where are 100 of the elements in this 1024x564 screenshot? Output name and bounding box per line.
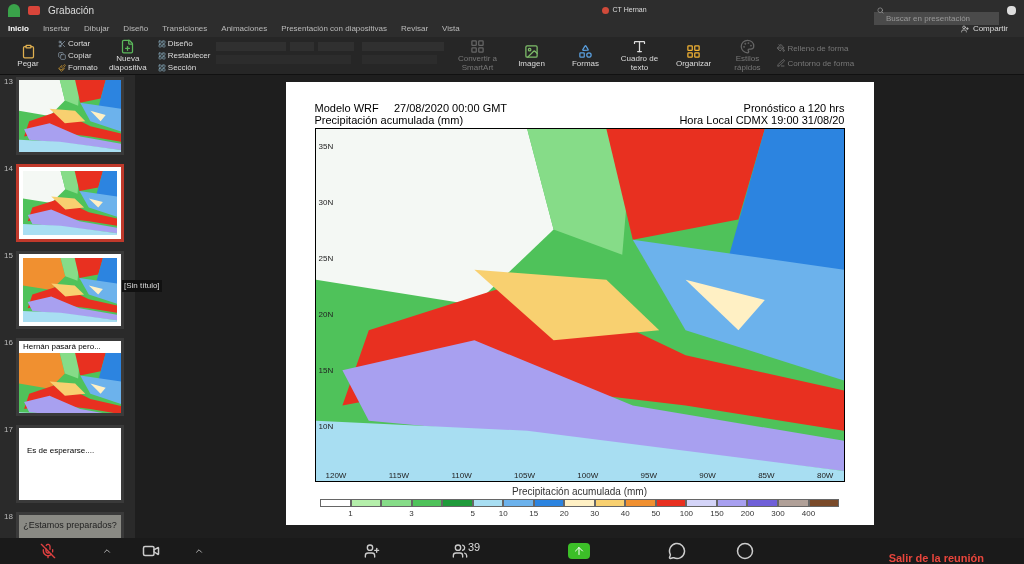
image-button[interactable]: Imagen: [507, 43, 556, 68]
slide-thumbnail[interactable]: [16, 164, 124, 242]
search-field[interactable]: Buscar en presentación: [874, 11, 999, 25]
new-slide-button[interactable]: Nueva diapositiva: [103, 39, 152, 72]
cut-button[interactable]: Cortar: [58, 39, 98, 48]
recording-title: Grabación: [48, 3, 95, 18]
text-box-button[interactable]: Cuadro de texto: [615, 39, 664, 72]
slide-number: 17: [3, 425, 12, 435]
longitude-label: 110W: [451, 472, 472, 480]
record-icon: [736, 542, 755, 560]
tooltip: [Sin título]: [122, 280, 162, 292]
legend-label: 50: [651, 508, 661, 520]
user-icon: [1007, 5, 1016, 15]
legend-label: 150: [710, 508, 724, 520]
shapes-button[interactable]: Formas: [561, 43, 610, 68]
legend-title: Precipitación acumulada (mm): [511, 485, 648, 499]
smartart-icon: [470, 39, 485, 54]
arrange-icon: [686, 43, 701, 59]
participants-icon: [452, 543, 468, 559]
slide-heading: Pronóstico a 120 hrs: [743, 102, 845, 114]
caret-icon: [194, 546, 204, 556]
longitude-label: 95W: [640, 472, 657, 480]
participant-count: 39: [468, 540, 481, 555]
mute-button[interactable]: [40, 543, 56, 559]
thumbnail-title: Hernán pasará pero...: [22, 341, 102, 353]
caret-icon: [102, 546, 112, 556]
legend-label: 100: [679, 508, 694, 520]
ribbon-tab[interactable]: Inicio: [8, 22, 29, 35]
slide-number: 13: [3, 77, 12, 87]
layout-icon: [157, 39, 166, 48]
longitude-label: 90W: [699, 472, 716, 480]
share-screen-button[interactable]: [568, 543, 591, 559]
slide-number: 14: [3, 164, 12, 174]
ribbon-tab[interactable]: Diseño: [123, 22, 149, 35]
legend-label: 1: [348, 508, 353, 520]
slide-number: 15: [3, 251, 12, 261]
arrow-up-icon: [573, 545, 586, 557]
slide-thumbnail[interactable]: Hernán pasará pero...: [16, 338, 124, 416]
format-icon: [58, 63, 66, 72]
legend-label: 10: [498, 508, 508, 520]
slide-thumbnail[interactable]: [16, 251, 124, 329]
ribbon-tab[interactable]: Revisar: [401, 22, 429, 35]
legend-label: 40: [620, 508, 630, 520]
longitude-label: 85W: [758, 472, 775, 480]
ribbon-tab[interactable]: Insertar: [42, 22, 70, 35]
ribbon-tab[interactable]: Vista: [442, 22, 460, 35]
legend-label: 15: [529, 508, 539, 520]
new-slide-icon: [120, 39, 136, 54]
document-icon: [601, 6, 609, 14]
longitude-label: 100W: [577, 472, 599, 480]
ribbon-tab[interactable]: Presentación con diapositivas: [281, 22, 387, 35]
search-icon: [877, 6, 884, 14]
latitude-label: 20N: [318, 311, 334, 319]
longitude-label: 80W: [816, 472, 834, 480]
legend-label: 200: [740, 508, 755, 520]
legend-label: 20: [559, 508, 569, 520]
slide-thumbnail[interactable]: ¿Estamos preparados?: [16, 512, 124, 538]
thumbnail-title: Es de esperarse....: [27, 446, 95, 455]
record-icon: [28, 5, 40, 15]
legend-label: 400: [801, 508, 816, 520]
longitude-label: 115W: [388, 472, 410, 480]
layout-button[interactable]: Diseño: [157, 39, 211, 48]
leave-meeting-link[interactable]: Salir de la reunión: [888, 549, 984, 564]
slide-heading: Precipitación acumulada (mm): [314, 114, 465, 126]
slide-heading: Modelo WRF 27/08/2020 00:00 GMT: [314, 102, 508, 114]
latitude-label: 15N: [318, 367, 334, 375]
ribbon-tab[interactable]: Animaciones: [221, 22, 268, 35]
legend-label: 3: [409, 508, 414, 520]
thumbnail-title: ¿Estamos preparados?: [23, 521, 117, 530]
add-user-icon: [960, 24, 969, 33]
quick-styles-icon: [740, 39, 755, 54]
cut-icon: [58, 39, 66, 48]
latitude-label: 30N: [318, 199, 334, 207]
share-button[interactable]: Compartir: [960, 22, 1016, 35]
paste-button[interactable]: Pegar: [4, 43, 52, 68]
shape-fill-icon: [777, 44, 786, 52]
copy-button[interactable]: Copiar: [58, 51, 98, 60]
invite-icon: [364, 543, 380, 559]
ribbon-tab[interactable]: Dibujar: [84, 22, 110, 35]
paste-icon: [20, 43, 36, 59]
shape-outline-button[interactable]: Contorno de forma: [777, 58, 855, 68]
latitude-label: 35N: [318, 143, 334, 151]
format-button[interactable]: Formato: [58, 63, 98, 72]
arrange-button[interactable]: Organizar: [669, 43, 718, 68]
chat-icon: [668, 542, 687, 560]
shape-fill-button[interactable]: Relleno de forma: [777, 43, 855, 53]
shape-outline-icon: [777, 59, 786, 67]
copy-icon: [58, 51, 66, 60]
section-icon: [157, 63, 166, 72]
slide-number: 18: [3, 512, 12, 522]
text-box-icon: [632, 39, 647, 54]
section-button[interactable]: Sección: [157, 63, 211, 72]
longitude-label: 120W: [325, 472, 347, 480]
reset-button[interactable]: Restablecer: [157, 51, 211, 60]
legend-label: 300: [771, 508, 785, 520]
legend-label: 5: [470, 508, 475, 520]
reset-icon: [157, 51, 166, 60]
latitude-label: 10N: [318, 423, 334, 431]
ribbon-tab[interactable]: Transiciones: [162, 22, 208, 35]
slide-thumbnail[interactable]: Es de esperarse....: [16, 425, 124, 503]
